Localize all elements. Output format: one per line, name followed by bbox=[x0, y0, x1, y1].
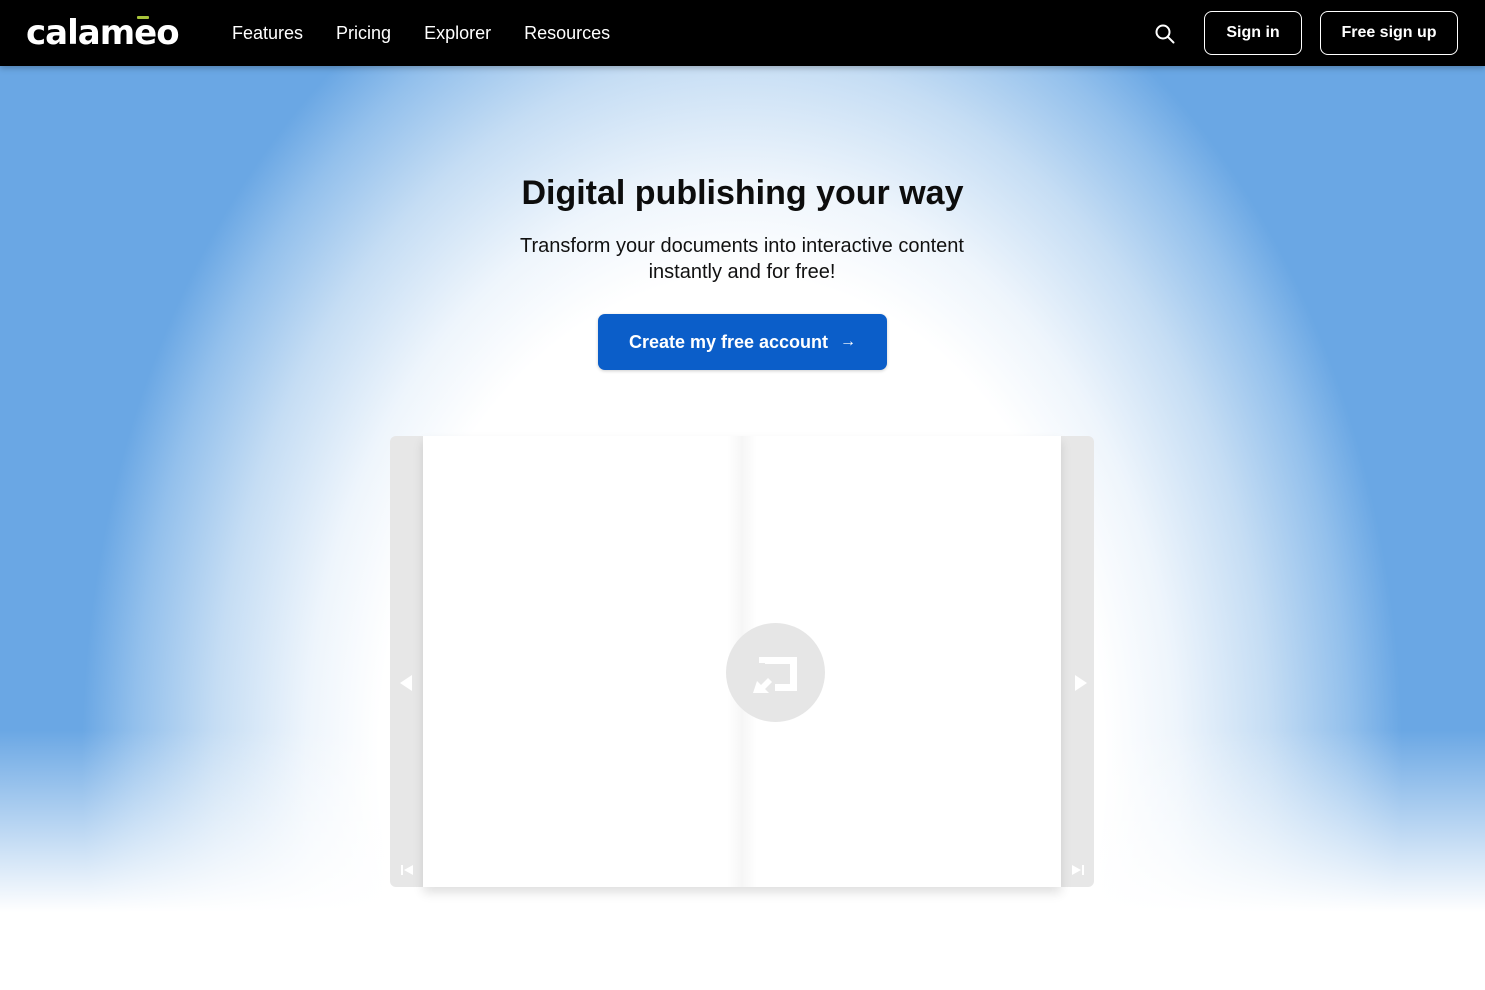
hero-title: Digital publishing your way bbox=[521, 174, 964, 212]
landing-page: calam eo Features Pricing Explorer Resour… bbox=[0, 0, 1485, 990]
hero-subtitle: Transform your documents into interactiv… bbox=[520, 235, 964, 283]
logo-text-start: calam bbox=[26, 13, 135, 53]
search-button[interactable] bbox=[1152, 21, 1178, 47]
viewer-page-spread[interactable] bbox=[423, 436, 1061, 887]
main-nav: Features Pricing Explorer Resources bbox=[232, 22, 643, 44]
loading-indicator bbox=[726, 623, 825, 722]
previous-page-button[interactable] bbox=[397, 673, 417, 693]
nav-item-features[interactable]: Features bbox=[232, 22, 303, 44]
search-icon bbox=[1155, 24, 1175, 44]
calameo-logo[interactable]: calam eo bbox=[26, 13, 180, 53]
top-navigation-bar: calam eo Features Pricing Explorer Resour… bbox=[0, 0, 1485, 66]
viewer-left-rail bbox=[390, 436, 423, 887]
sign-in-button[interactable]: Sign in bbox=[1204, 11, 1302, 55]
arrow-right-icon: → bbox=[840, 333, 857, 350]
nav-item-resources[interactable]: Resources bbox=[524, 22, 610, 44]
last-page-button[interactable] bbox=[1070, 863, 1086, 877]
viewer-right-rail bbox=[1061, 436, 1094, 887]
free-sign-up-button[interactable]: Free sign up bbox=[1320, 11, 1458, 55]
calameo-loading-icon bbox=[753, 657, 797, 693]
triangle-right-icon bbox=[1075, 675, 1087, 691]
nav-item-explorer[interactable]: Explorer bbox=[424, 22, 491, 44]
first-page-button[interactable] bbox=[399, 863, 415, 877]
cta-label: Create my free account bbox=[628, 331, 829, 352]
logo-text-end: o bbox=[156, 13, 179, 53]
create-free-account-button[interactable]: Create my free account → bbox=[598, 314, 887, 370]
next-page-button[interactable] bbox=[1070, 673, 1090, 693]
triangle-left-icon bbox=[400, 675, 412, 691]
skip-first-icon bbox=[401, 865, 413, 875]
skip-last-icon bbox=[1072, 865, 1084, 875]
document-viewer bbox=[390, 436, 1094, 887]
logo-accent-bar bbox=[137, 16, 150, 19]
logo-accent-letter: e bbox=[134, 13, 157, 53]
nav-item-pricing[interactable]: Pricing bbox=[336, 22, 391, 44]
